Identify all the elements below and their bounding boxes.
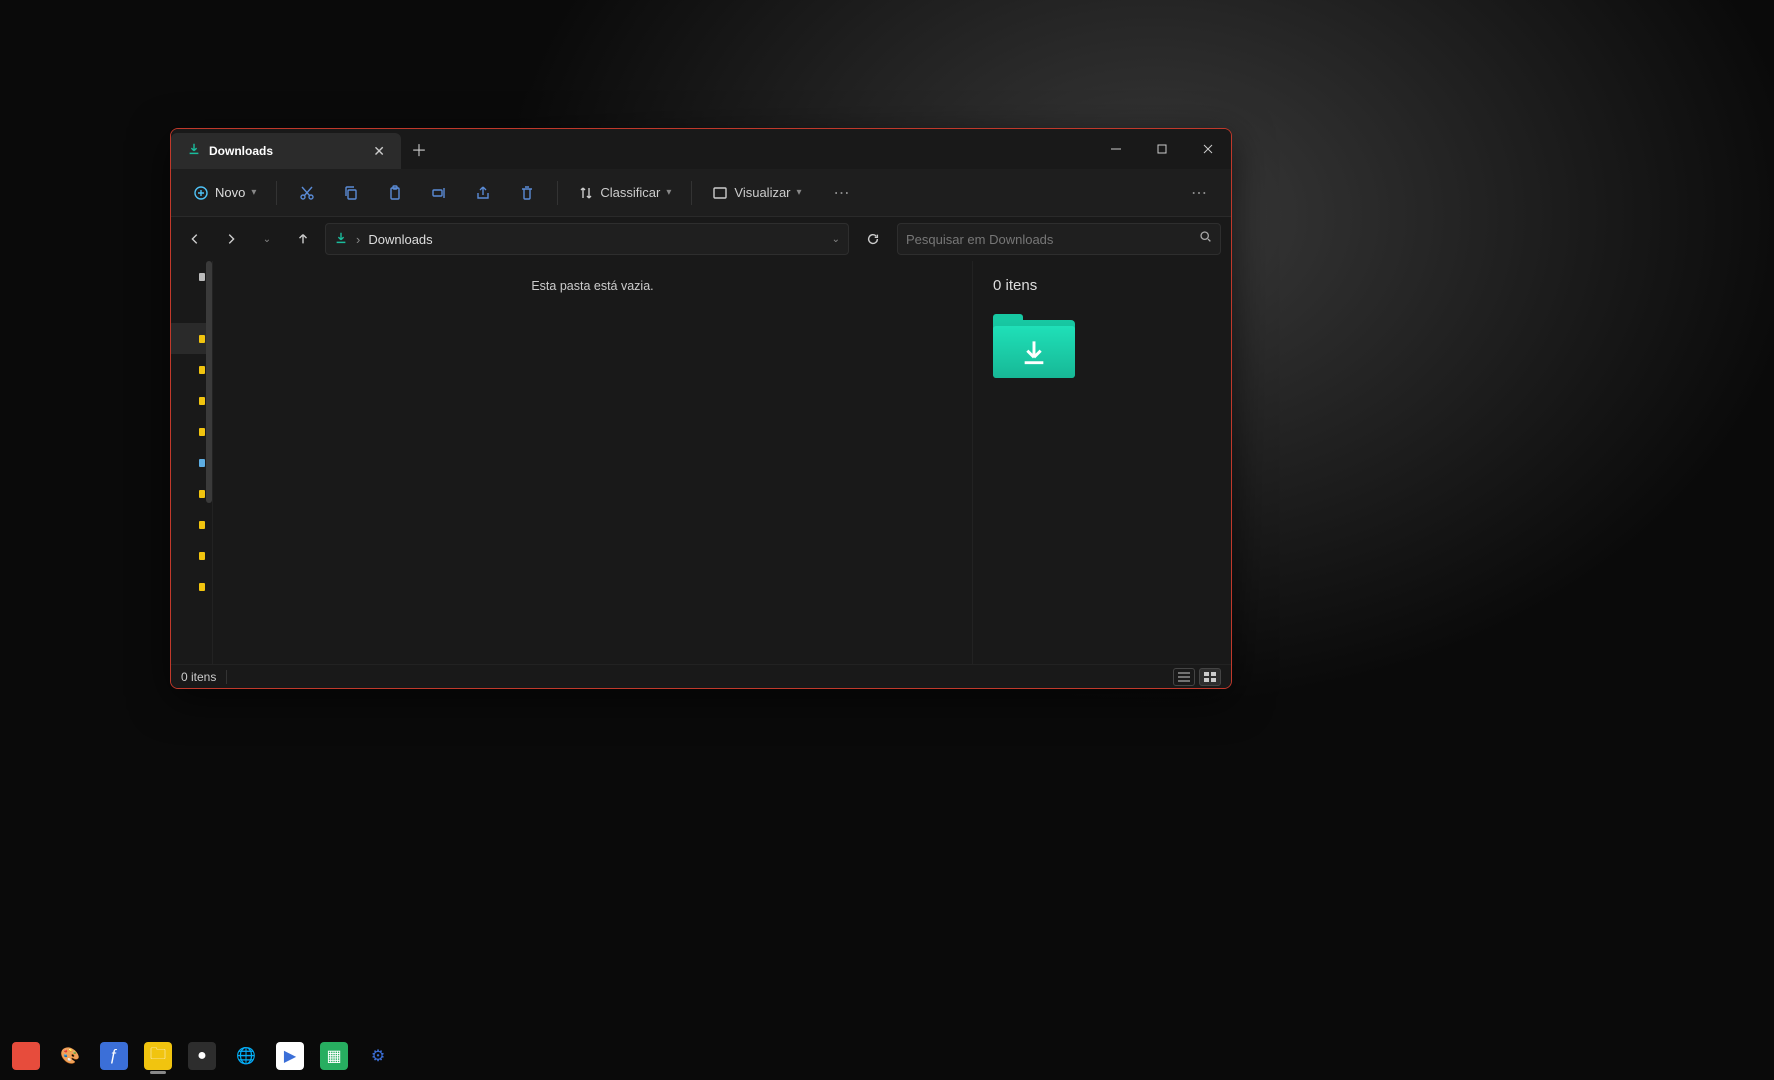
content-area: Esta pasta está vazia. 0 itens bbox=[171, 261, 1231, 664]
details-item-count: 0 itens bbox=[993, 277, 1211, 294]
refresh-button[interactable] bbox=[857, 223, 889, 255]
taskbar[interactable]: 🎨 ƒ 🗀 ● 🌐 ▶ ▦ ⚙ bbox=[0, 1032, 1774, 1080]
view-mode-toggle bbox=[1173, 668, 1221, 686]
sort-button-label: Classificar bbox=[600, 185, 660, 200]
breadcrumb-separator: › bbox=[356, 232, 360, 247]
tab-title: Downloads bbox=[209, 144, 361, 158]
new-button[interactable]: Novo ▾ bbox=[183, 179, 266, 207]
view-button[interactable]: Visualizar ▾ bbox=[702, 179, 811, 207]
rename-button[interactable] bbox=[419, 175, 459, 211]
taskbar-app-media[interactable]: ▶ bbox=[270, 1036, 310, 1076]
chevron-down-icon: ▾ bbox=[797, 187, 802, 198]
search-bar[interactable] bbox=[897, 223, 1221, 255]
app-red-icon bbox=[12, 1042, 40, 1070]
close-window-button[interactable] bbox=[1185, 129, 1231, 169]
folder-preview-icon bbox=[993, 314, 1075, 378]
sidebar-item[interactable] bbox=[171, 509, 212, 540]
copy-button[interactable] bbox=[331, 175, 371, 211]
more-button[interactable]: ⋯ bbox=[822, 175, 862, 211]
back-button[interactable] bbox=[181, 225, 209, 253]
forward-button[interactable] bbox=[217, 225, 245, 253]
file-explorer-window: Downloads ✕ ＋ Novo ▾ bbox=[170, 128, 1232, 689]
details-pane: 0 itens bbox=[973, 261, 1231, 664]
taskbar-app-resolve[interactable]: ● bbox=[182, 1036, 222, 1076]
sidebar-item[interactable] bbox=[171, 571, 212, 602]
titlebar[interactable]: Downloads ✕ ＋ bbox=[171, 129, 1231, 169]
view-button-label: Visualizar bbox=[734, 185, 790, 200]
details-toggle-button[interactable]: ⋯ bbox=[1179, 175, 1219, 211]
window-controls bbox=[1093, 129, 1231, 169]
icons-view-button[interactable] bbox=[1199, 668, 1221, 686]
file-explorer-icon: 🗀 bbox=[144, 1042, 172, 1070]
maximize-button[interactable] bbox=[1139, 129, 1185, 169]
download-icon bbox=[1018, 336, 1050, 368]
new-button-label: Novo bbox=[215, 185, 245, 200]
file-list-area[interactable]: Esta pasta está vazia. bbox=[213, 261, 973, 664]
empty-folder-message: Esta pasta está vazia. bbox=[531, 279, 653, 664]
navigation-sidebar[interactable] bbox=[171, 261, 213, 664]
download-icon bbox=[334, 231, 348, 248]
minimize-button[interactable] bbox=[1093, 129, 1139, 169]
chevron-down-icon: ▾ bbox=[251, 187, 256, 198]
sidebar-scrollbar[interactable] bbox=[206, 261, 212, 503]
resolve-icon: ● bbox=[188, 1042, 216, 1070]
taskbar-app-file-explorer[interactable]: 🗀 bbox=[138, 1036, 178, 1076]
up-button[interactable] bbox=[289, 225, 317, 253]
share-button[interactable] bbox=[463, 175, 503, 211]
paste-button[interactable] bbox=[375, 175, 415, 211]
address-bar[interactable]: › Downloads ⌄ bbox=[325, 223, 849, 255]
chevron-down-icon: ⌄ bbox=[263, 234, 271, 245]
recent-locations-button[interactable]: ⌄ bbox=[253, 225, 281, 253]
fedora-icon: ƒ bbox=[100, 1042, 128, 1070]
breadcrumb-current[interactable]: Downloads bbox=[368, 232, 432, 247]
ellipsis-icon: ⋯ bbox=[834, 183, 850, 203]
edge-icon: 🌐 bbox=[232, 1042, 260, 1070]
details-view-button[interactable] bbox=[1173, 668, 1195, 686]
taskbar-app-calc[interactable]: ▦ bbox=[314, 1036, 354, 1076]
sidebar-item[interactable] bbox=[171, 540, 212, 571]
paint-icon: 🎨 bbox=[56, 1042, 84, 1070]
address-dropdown-button[interactable]: ⌄ bbox=[832, 234, 840, 245]
download-icon bbox=[187, 142, 201, 161]
status-item-count: 0 itens bbox=[181, 670, 216, 684]
taskbar-app-fedora[interactable]: ƒ bbox=[94, 1036, 134, 1076]
navigation-row: ⌄ › Downloads ⌄ bbox=[171, 217, 1231, 261]
settings-icon: ⚙ bbox=[364, 1042, 392, 1070]
sort-button[interactable]: Classificar ▾ bbox=[568, 179, 681, 207]
ellipsis-icon: ⋯ bbox=[1191, 183, 1207, 203]
search-input[interactable] bbox=[906, 232, 1199, 247]
delete-button[interactable] bbox=[507, 175, 547, 211]
taskbar-app-settings[interactable]: ⚙ bbox=[358, 1036, 398, 1076]
cut-button[interactable] bbox=[287, 175, 327, 211]
chevron-down-icon: ▾ bbox=[666, 187, 671, 198]
toolbar: Novo ▾ Classificar ▾ Visu bbox=[171, 169, 1231, 217]
status-bar: 0 itens bbox=[171, 664, 1231, 688]
close-tab-button[interactable]: ✕ bbox=[369, 139, 389, 164]
taskbar-app-paint[interactable]: 🎨 bbox=[50, 1036, 90, 1076]
tab-downloads[interactable]: Downloads ✕ bbox=[171, 133, 401, 169]
calc-icon: ▦ bbox=[320, 1042, 348, 1070]
new-tab-button[interactable]: ＋ bbox=[401, 129, 437, 169]
taskbar-app-edge[interactable]: 🌐 bbox=[226, 1036, 266, 1076]
media-icon: ▶ bbox=[276, 1042, 304, 1070]
search-icon bbox=[1199, 230, 1212, 248]
taskbar-app-app-red[interactable] bbox=[6, 1036, 46, 1076]
